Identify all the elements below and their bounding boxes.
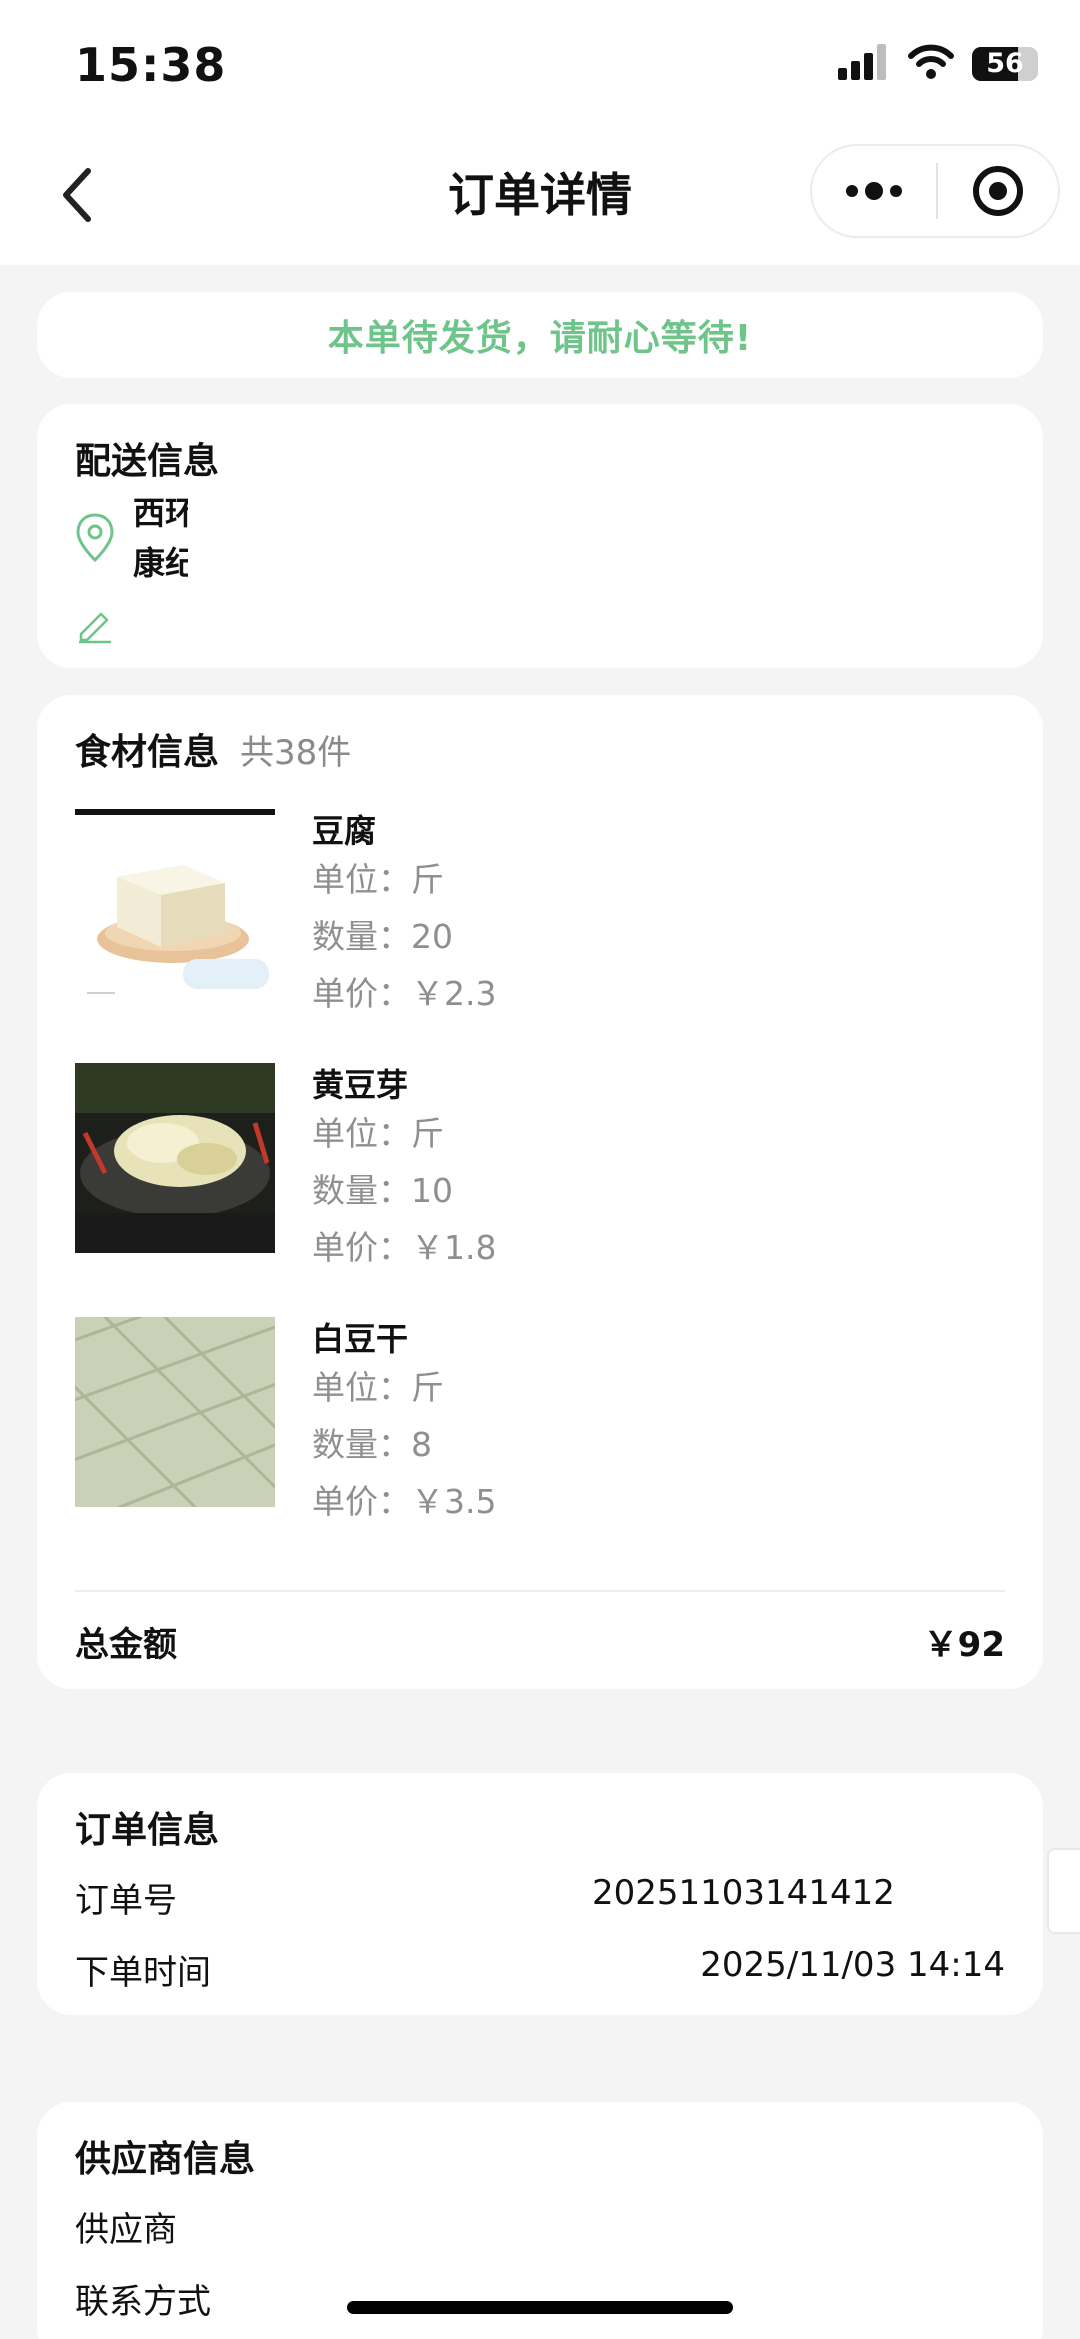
supplier-title: 供应商信息 xyxy=(75,2139,256,2180)
status-time: 15:38 xyxy=(75,38,227,92)
copy-float-button[interactable] xyxy=(1047,1848,1080,1934)
ingredient-name: 黄豆芽 xyxy=(312,1066,409,1104)
wifi-icon xyxy=(908,44,954,84)
ingredient-price: 单价：￥3.5 xyxy=(312,1482,497,1521)
order-time-label: 下单时间 xyxy=(75,1953,211,1993)
ingredient-name: 豆腐 xyxy=(312,812,377,850)
address-line-1: 西环 xyxy=(133,494,188,532)
battery-icon: 56 xyxy=(972,47,1038,81)
ingredient-info: 白豆干 单位：斤 数量：8 单价：￥3.5 xyxy=(312,1317,496,1530)
address-line-2: 康纪 xyxy=(133,544,188,582)
ingredients-card: 食材信息 共38件 豆腐 单位：斤 数量：20 单价：￥2.3 黄豆芽 单位：斤… xyxy=(37,695,1043,1689)
ingredient-qty: 数量：20 xyxy=(312,917,453,956)
more-icon xyxy=(846,182,902,200)
location-icon xyxy=(75,512,115,568)
order-number-value: 20251103141412 xyxy=(592,1873,892,1913)
ingredient-unit: 单位：斤 xyxy=(312,860,444,899)
delivery-card: 配送信息 西环 康纪 xyxy=(37,404,1043,668)
ingredient-item[interactable]: 白豆干 单位：斤 数量：8 单价：￥3.5 xyxy=(75,1317,1005,1532)
mini-program-capsule xyxy=(810,144,1060,238)
ingredient-info: 豆腐 单位：斤 数量：20 单价：￥2.3 xyxy=(312,809,496,1022)
ingredient-unit: 单位：斤 xyxy=(312,1114,444,1153)
signal-icon xyxy=(838,44,890,84)
dried-tofu-photo xyxy=(75,1317,275,1507)
ingredient-price: 单价：￥2.3 xyxy=(312,974,497,1013)
ingredients-title: 食材信息 xyxy=(75,732,220,773)
battery-text: 56 xyxy=(986,48,1024,79)
total-divider xyxy=(75,1590,1005,1592)
close-icon xyxy=(973,166,1023,216)
status-icons: 56 xyxy=(838,44,1038,84)
ingredient-name: 白豆干 xyxy=(312,1320,409,1358)
supplier-name-label: 供应商 xyxy=(75,2210,177,2250)
supplier-contact-label: 联系方式 xyxy=(75,2282,211,2322)
order-card: 订单信息 订单号 20251103141412 下单时间 2025/11/03 … xyxy=(37,1773,1043,2015)
close-button[interactable] xyxy=(938,146,1058,236)
delivery-title: 配送信息 xyxy=(75,441,220,482)
ingredient-item[interactable]: 豆腐 单位：斤 数量：20 单价：￥2.3 xyxy=(75,809,1005,1024)
order-title: 订单信息 xyxy=(75,1810,220,1851)
ingredient-info: 黄豆芽 单位：斤 数量：10 单价：￥1.8 xyxy=(312,1063,496,1276)
ingredient-unit: 单位：斤 xyxy=(312,1368,444,1407)
notice-text: 本单待发货，请耐心等待! xyxy=(327,318,753,359)
order-time-value: 2025/11/03 14:14 xyxy=(700,1945,1005,1985)
home-indicator xyxy=(347,2301,733,2314)
bean-sprouts-photo xyxy=(75,1063,275,1253)
ingredient-qty: 数量：8 xyxy=(312,1425,432,1464)
status-notice: 本单待发货，请耐心等待! xyxy=(37,292,1043,378)
ingredients-count: 共38件 xyxy=(240,733,352,773)
nav-bar: 订单详情 xyxy=(0,130,1080,265)
ingredient-qty: 数量：10 xyxy=(312,1171,453,1210)
total-value: ￥92 xyxy=(923,1625,1005,1665)
ingredient-price: 单价：￥1.8 xyxy=(312,1228,497,1267)
status-bar: 15:38 56 xyxy=(0,0,1080,130)
edit-icon[interactable] xyxy=(75,604,115,648)
order-number-label: 订单号 xyxy=(75,1881,177,1921)
total-label: 总金额 xyxy=(75,1625,177,1665)
tofu-photo xyxy=(75,809,275,999)
ingredient-item[interactable]: 黄豆芽 单位：斤 数量：10 单价：￥1.8 xyxy=(75,1063,1005,1278)
more-button[interactable] xyxy=(812,146,936,236)
